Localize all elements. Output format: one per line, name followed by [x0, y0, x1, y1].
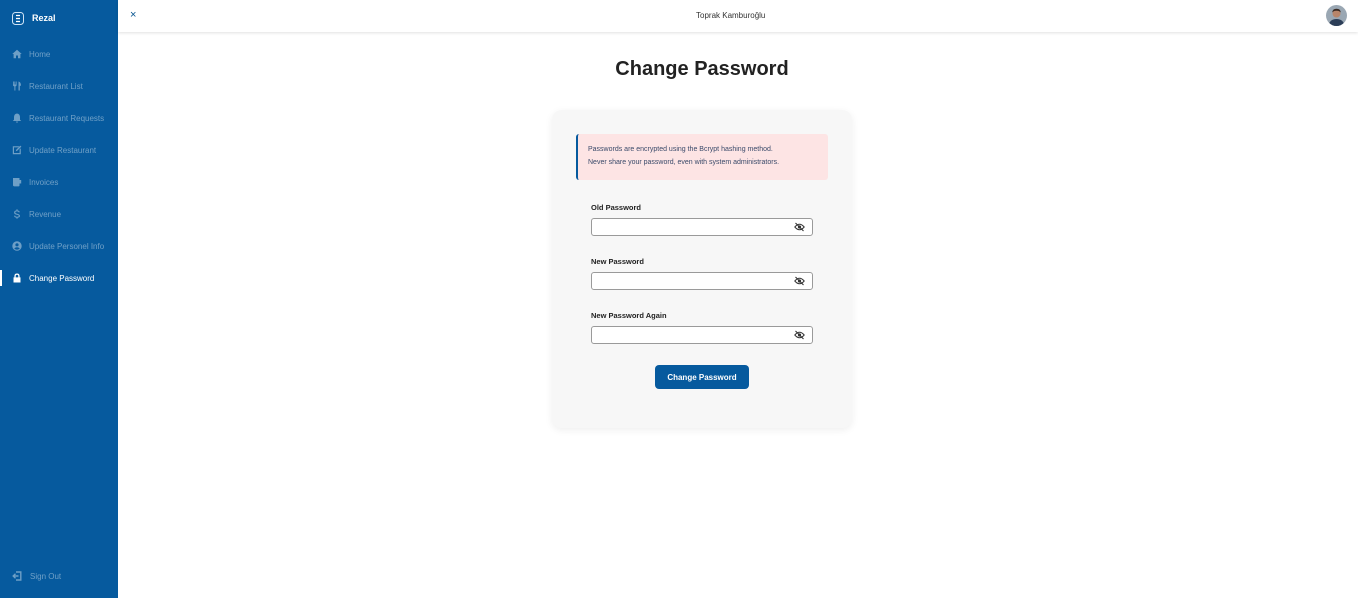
old-password-label: Old Password — [591, 203, 642, 212]
brand-name: Rezal — [32, 13, 56, 23]
sidebar-item-label: Change Password — [29, 273, 95, 283]
new-password-again-label: New Password Again — [591, 311, 667, 320]
sidebar-item-home[interactable]: Home — [0, 38, 118, 70]
sidebar-item-revenue[interactable]: Revenue — [0, 198, 118, 230]
sidebar-item-restaurant-list[interactable]: Restaurant List — [0, 70, 118, 102]
sidebar-item-update-restaurant[interactable]: Update Restaurant — [0, 134, 118, 166]
sidebar-item-restaurant-requests[interactable]: Restaurant Requests — [0, 102, 118, 134]
sidebar-item-label: Update Restaurant — [29, 145, 97, 155]
change-password-card: Passwords are encrypted using the Bcrypt… — [552, 110, 852, 428]
sidebar-item-change-password[interactable]: Change Password — [0, 262, 118, 294]
eye-slash-icon[interactable] — [794, 330, 805, 340]
brand[interactable]: Rezal — [12, 11, 56, 25]
edit-icon — [12, 145, 22, 155]
lock-icon — [12, 273, 22, 283]
sidebar-item-update-personel-info[interactable]: Update Personel Info — [0, 230, 118, 262]
new-password-input[interactable] — [592, 275, 787, 292]
rezal-logo-icon — [12, 11, 24, 25]
sidebar-item-label: Invoices — [29, 177, 59, 187]
sign-out-label: Sign Out — [30, 571, 62, 581]
new-password-label: New Password — [591, 257, 644, 266]
utensils-icon — [12, 81, 22, 91]
sidebar-item-label: Restaurant Requests — [29, 113, 105, 123]
eye-slash-icon[interactable] — [794, 276, 805, 286]
sidebar-item-label: Update Personel Info — [29, 241, 105, 251]
old-password-field — [591, 218, 813, 238]
receipt-icon — [12, 177, 22, 187]
home-icon — [12, 49, 22, 59]
notice-line-2: Never share your password, even with sys… — [588, 159, 780, 166]
sign-out-icon — [12, 571, 22, 581]
sidebar-item-label: Home — [29, 49, 51, 59]
bell-icon — [12, 113, 22, 123]
old-password-input[interactable] — [592, 221, 787, 238]
sidebar-item-invoices[interactable]: Invoices — [0, 166, 118, 198]
avatar[interactable] — [1326, 5, 1347, 26]
new-password-field — [591, 272, 813, 292]
user-circle-icon — [12, 241, 22, 251]
new-password-again-input[interactable] — [592, 329, 787, 346]
sign-out-button[interactable]: Sign Out — [12, 571, 61, 581]
page-title: Change Password — [615, 58, 789, 80]
encryption-notice: Passwords are encrypted using the Bcrypt… — [576, 134, 828, 180]
close-sidebar-button[interactable]: × — [130, 9, 140, 21]
new-password-again-field — [591, 326, 813, 346]
notice-line-1: Passwords are encrypted using the Bcrypt… — [588, 146, 773, 153]
user-name: Toprak Kamburoğlu — [696, 11, 766, 20]
sidebar: Rezal Home Restaurant List Restaurant Re… — [0, 0, 118, 598]
eye-slash-icon[interactable] — [794, 222, 805, 232]
dollar-icon — [12, 209, 22, 219]
avatar-image — [1326, 5, 1347, 26]
sidebar-item-label: Revenue — [29, 209, 62, 219]
change-password-button[interactable]: Change Password — [655, 365, 749, 389]
sidebar-nav: Home Restaurant List Restaurant Requests… — [0, 38, 118, 294]
sidebar-item-label: Restaurant List — [29, 81, 83, 91]
topbar: × Toprak Kamburoğlu — [118, 0, 1358, 32]
